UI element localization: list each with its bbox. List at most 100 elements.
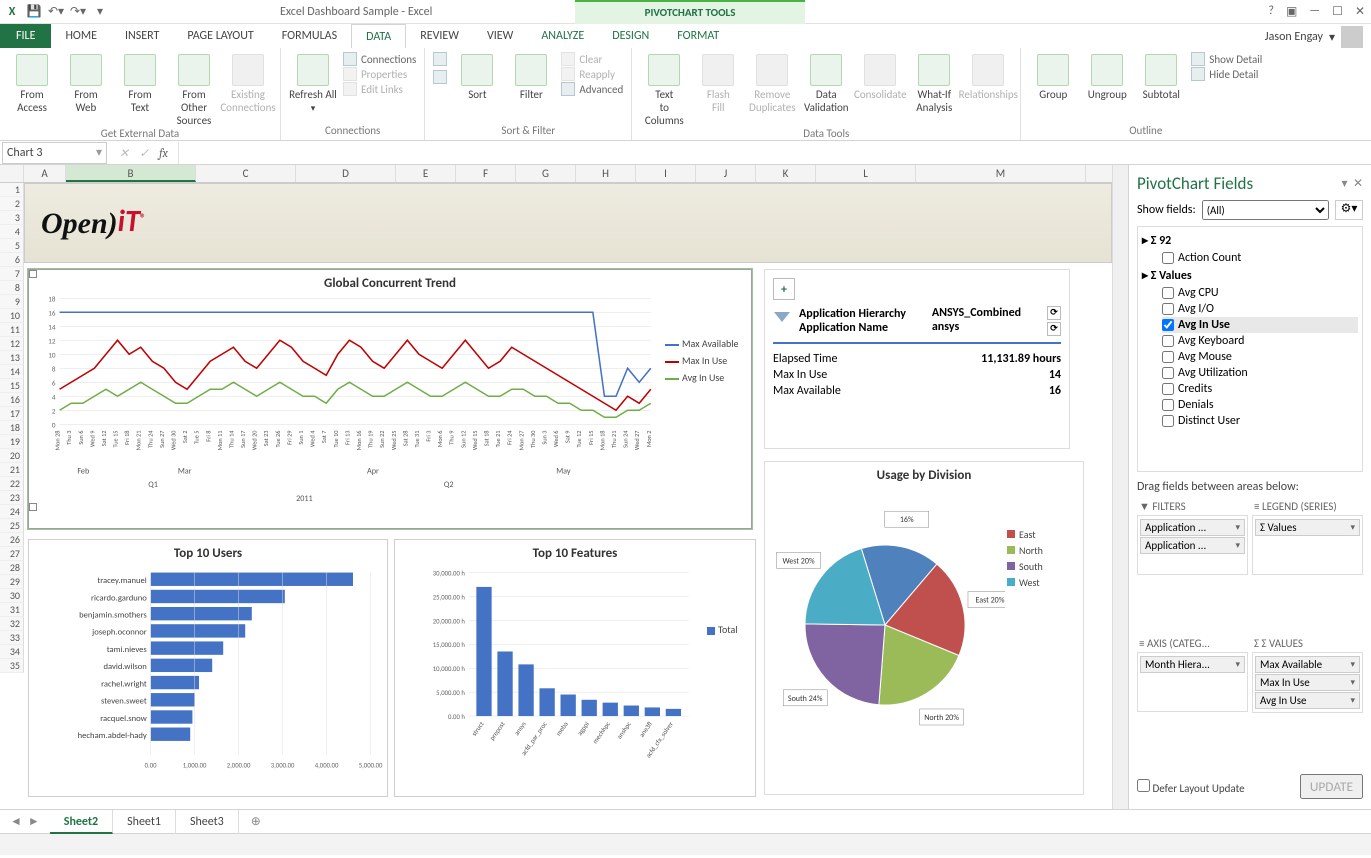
- filter-toggle-icon[interactable]: ⟳: [1047, 306, 1061, 320]
- field-pill[interactable]: Max Available: [1255, 656, 1360, 673]
- ribbon-tab-page-layout[interactable]: PAGE LAYOUT: [173, 24, 267, 48]
- name-box[interactable]: Chart 3▾: [2, 142, 107, 164]
- drag-instruction: Drag fields between areas below:: [1137, 480, 1363, 494]
- tab-nav-next-icon[interactable]: ►: [28, 814, 40, 829]
- update-button[interactable]: UPDATE: [1300, 774, 1363, 799]
- ribbon-display-icon[interactable]: ▣: [1286, 4, 1297, 19]
- field-pill[interactable]: Month Hiera...: [1140, 656, 1245, 673]
- text-to-columns-button[interactable]: Textto Columns: [640, 52, 688, 127]
- connections-button[interactable]: Connections: [343, 52, 416, 66]
- svg-text:Sat 28: Sat 28: [401, 431, 409, 447]
- user-menu-icon[interactable]: ▾: [1329, 30, 1335, 45]
- svg-text:Wed 15: Wed 15: [471, 431, 479, 451]
- ungroup-button[interactable]: Ungroup: [1083, 52, 1131, 101]
- area-axis[interactable]: Month Hiera...: [1137, 652, 1248, 712]
- from-other-sources-button[interactable]: FromOther Sources: [170, 52, 218, 127]
- fx-icon[interactable]: fx: [159, 146, 168, 160]
- group-button[interactable]: Group: [1029, 52, 1077, 101]
- subtotal-button[interactable]: Subtotal: [1137, 52, 1185, 101]
- advanced-button[interactable]: Advanced: [561, 82, 623, 96]
- redo-icon[interactable]: ↷▾: [70, 4, 86, 20]
- tab-nav-prev-icon[interactable]: ◄: [10, 814, 22, 829]
- field-avg-utilization[interactable]: Avg Utilization: [1162, 365, 1358, 381]
- chart-global-concurrent-trend[interactable]: Global Concurrent Trend 024681012141618M…: [28, 269, 752, 529]
- avatar[interactable]: [1341, 26, 1363, 48]
- ribbon-tab-insert[interactable]: INSERT: [111, 24, 173, 48]
- chart-top-10-features[interactable]: Top 10 Features 0.00 h5,000.00 h10,000.0…: [394, 539, 756, 797]
- user-name[interactable]: Jason Engay: [1265, 30, 1323, 44]
- field-denials[interactable]: Denials: [1162, 397, 1358, 413]
- help-icon[interactable]: ?: [1268, 4, 1274, 19]
- from-text-button[interactable]: FromText: [116, 52, 164, 114]
- ribbon-tab-file[interactable]: FILE: [0, 24, 51, 48]
- sort-desc-button[interactable]: [433, 70, 447, 84]
- field-avg-in-use[interactable]: Avg In Use: [1162, 317, 1358, 333]
- ribbon-tab-formulas[interactable]: FORMULAS: [268, 24, 351, 48]
- area-legend[interactable]: Σ Values: [1252, 515, 1363, 575]
- sort-asc-button[interactable]: [433, 52, 447, 66]
- ribbon-tab-format[interactable]: FORMAT: [663, 24, 733, 48]
- worksheet-grid[interactable]: ABCDEFGHIJKLM 12345678910111213141516171…: [0, 165, 1112, 809]
- field-avg-mouse[interactable]: Avg Mouse: [1162, 349, 1358, 365]
- field-avg-keyboard[interactable]: Avg Keyboard: [1162, 333, 1358, 349]
- enter-formula-icon[interactable]: ✓: [139, 146, 149, 160]
- maximize-icon[interactable]: ☐: [1332, 4, 1343, 19]
- chart-top-10-users[interactable]: Top 10 Users tracey.manuelricardo.gardun…: [28, 539, 388, 797]
- defer-update-checkbox[interactable]: Defer Layout Update: [1137, 779, 1245, 795]
- from-web-button[interactable]: FromWeb: [62, 52, 110, 114]
- from-access-button[interactable]: FromAccess: [8, 52, 56, 114]
- field-avg-i-o[interactable]: Avg I/O: [1162, 301, 1358, 317]
- ribbon-tab-design[interactable]: DESIGN: [598, 24, 663, 48]
- field-pill[interactable]: Avg In Use: [1255, 692, 1360, 709]
- svg-text:0.00 h: 0.00 h: [448, 713, 465, 721]
- qat-customize-icon[interactable]: ▾: [92, 4, 108, 20]
- vertical-scrollbar[interactable]: [1112, 165, 1128, 809]
- undo-icon[interactable]: ↶▾: [48, 4, 64, 20]
- svg-text:Sat 2: Sat 2: [181, 431, 189, 444]
- ribbon-tab-analyze[interactable]: ANALYZE: [527, 24, 598, 48]
- filter-toggle-icon[interactable]: ⟳: [1047, 322, 1061, 336]
- add-icon[interactable]: +: [773, 278, 795, 300]
- sheet-tab-sheet3[interactable]: Sheet3: [176, 810, 239, 834]
- area-filters[interactable]: Application ...Application ...: [1137, 515, 1248, 575]
- ribbon-tab-home[interactable]: HOME: [51, 24, 111, 48]
- svg-text:1,000.00: 1,000.00: [183, 762, 207, 770]
- area-values[interactable]: Max AvailableMax In UseAvg In Use: [1252, 652, 1363, 713]
- field-pill[interactable]: Max In Use: [1255, 674, 1360, 691]
- svg-text:Fri 24: Fri 24: [506, 430, 514, 445]
- cancel-formula-icon[interactable]: ✕: [119, 146, 129, 160]
- field-credits[interactable]: Credits: [1162, 381, 1358, 397]
- field-distinct-user[interactable]: Distinct User: [1162, 413, 1358, 429]
- save-icon[interactable]: 💾: [26, 4, 42, 20]
- ribbon-tab-view[interactable]: VIEW: [473, 24, 527, 48]
- refresh-all-button[interactable]: Refresh All▾: [289, 52, 337, 114]
- chart-usage-by-division[interactable]: Usage by Division 16%East 20%North 20%So…: [764, 461, 1084, 795]
- ribbon-tab-review[interactable]: REVIEW: [406, 24, 473, 48]
- field-pill[interactable]: Application ...: [1140, 537, 1245, 554]
- pane-close-icon[interactable]: ✕: [1353, 177, 1363, 191]
- minimize-icon[interactable]: —: [1309, 4, 1320, 19]
- show-fields-select[interactable]: (All): [1202, 200, 1329, 220]
- dashboard-header: Open)iT®: [24, 183, 1112, 263]
- hide-detail-button[interactable]: Hide Detail: [1191, 67, 1262, 81]
- filter-button[interactable]: Filter: [507, 52, 555, 101]
- sheet-tab-sheet1[interactable]: Sheet1: [113, 810, 176, 834]
- ribbon-tab-data[interactable]: DATA: [351, 24, 406, 48]
- formula-input[interactable]: [178, 142, 1371, 164]
- new-sheet-button[interactable]: ⊕: [239, 814, 273, 829]
- field-action-count[interactable]: Action Count: [1162, 250, 1358, 266]
- field-list[interactable]: ▸ Σ 92Action Count▸ Σ ValuesAvg CPUAvg I…: [1137, 226, 1363, 472]
- field-pill[interactable]: Σ Values: [1255, 519, 1360, 536]
- sort-button[interactable]: Sort: [453, 52, 501, 101]
- close-icon[interactable]: ✕: [1355, 4, 1365, 19]
- show-detail-button[interactable]: Show Detail: [1191, 52, 1262, 66]
- data-validation-button[interactable]: DataValidation: [802, 52, 850, 114]
- pane-dropdown-icon[interactable]: ▾: [1341, 177, 1347, 191]
- field-avg-cpu[interactable]: Avg CPU: [1162, 285, 1358, 301]
- svg-text:Sat 18: Sat 18: [483, 431, 491, 447]
- what-if-analysis-button[interactable]: What-IfAnalysis: [910, 52, 958, 114]
- gear-icon[interactable]: ⚙▾: [1335, 200, 1363, 220]
- sheet-tab-sheet2[interactable]: Sheet2: [50, 810, 113, 834]
- field-pill[interactable]: Application ...: [1140, 519, 1245, 536]
- formula-bar-row: Chart 3▾ ✕ ✓ fx: [0, 141, 1371, 165]
